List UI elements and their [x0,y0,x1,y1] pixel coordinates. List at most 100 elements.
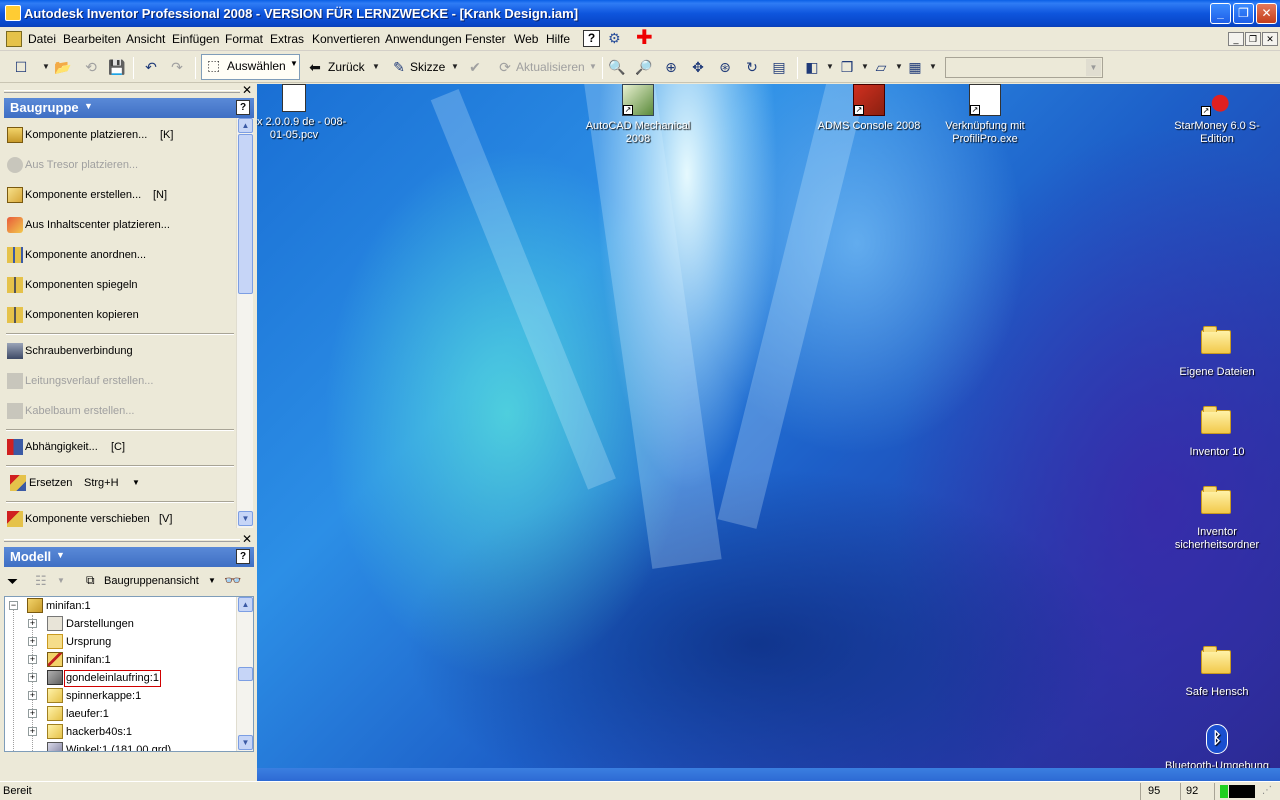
undo-icon[interactable]: ↶ [142,58,160,76]
project-icon[interactable]: ⟲ [82,58,100,76]
graphics-window[interactable]: efox 2.0.0.9 de - 008-01-05.pcv ↗ AutoCA… [257,84,1280,769]
expand-icon[interactable]: + [28,709,37,718]
look-at-icon[interactable]: ▤ [770,58,788,76]
menu-einfuegen[interactable]: Einfügen [172,32,219,46]
styles-dropdown-arrow[interactable]: ▼ [929,57,937,77]
help-icon[interactable]: ? [583,30,600,47]
chevron-down-icon[interactable]: ▼ [57,576,65,585]
menu-konvertieren[interactable]: Konvertieren [312,32,380,46]
menu-web[interactable]: Web [514,32,538,46]
display-mode-icon[interactable]: ◧ [803,58,821,76]
minimize-button[interactable]: _ [1210,3,1231,24]
cmd-ersetzen[interactable]: Ersetzen Strg+H ▼ [4,473,236,493]
menu-format[interactable]: Format [225,32,263,46]
cmd-aus-tresor-platzieren[interactable]: Aus Tresor platzieren... [4,155,236,175]
panel-grip[interactable]: ✕ [4,83,254,97]
select-button[interactable]: ⬚ Auswählen ▼ [201,54,300,80]
sketch-button[interactable]: Skizze [410,57,445,77]
cmd-komponente-verschieben[interactable]: Komponente verschieben [V] [4,509,236,529]
inventor-app-icon[interactable] [5,5,21,21]
expand-icon[interactable]: + [28,637,37,646]
open-icon[interactable]: 📂 [54,58,72,76]
display-mode-dropdown-arrow[interactable]: ▼ [826,57,834,77]
menu-datei[interactable]: Datei [28,32,56,46]
find-binoculars-icon[interactable]: 👓 [224,572,241,589]
sketch-icon[interactable]: ✎ [390,58,408,76]
panel-grip[interactable]: ✕ [4,532,254,546]
update-button[interactable]: Aktualisieren [516,57,585,77]
desktop-icon-inventor-sicherheitsordner[interactable]: Inventor sicherheitsordner [1162,484,1272,552]
whats-this-icon[interactable]: ⚙ [608,30,626,48]
desktop-icon-adms-console[interactable]: ↗ ADMS Console 2008 [814,84,924,133]
scroll-up-icon[interactable]: ▲ [238,597,253,612]
menu-anwendungen[interactable]: Anwendungen [385,32,462,46]
camera-icon[interactable]: ❒ [838,58,856,76]
desktop-icon-starmoney[interactable]: ↗ StarMoney 6.0 S-Edition [1162,84,1272,146]
close-icon[interactable]: ✕ [242,83,252,97]
cmd-komponente-anordnen[interactable]: Komponente anordnen... [4,245,236,265]
ground-plane-icon[interactable]: ▱ [872,58,890,76]
back-button[interactable]: Zurück [328,57,365,77]
chevron-down-icon[interactable]: ▼ [132,473,140,493]
save-icon[interactable]: 💾 [108,58,126,76]
pan-icon[interactable]: ✥ [689,58,707,76]
red-cross-icon[interactable]: ✚ [636,28,653,48]
new-dropdown-arrow[interactable]: ▼ [42,57,50,77]
hierarchy-icon[interactable]: ☷ [35,573,47,589]
close-button[interactable]: ✕ [1256,3,1277,24]
desktop-icon-safe-hensch[interactable]: Safe Hensch [1162,644,1272,699]
menu-ansicht[interactable]: Ansicht [126,32,165,46]
zoom-selected-icon[interactable]: ⊛ [716,58,734,76]
doc-minimize-button[interactable]: _ [1228,32,1244,46]
scroll-down-icon[interactable]: ▼ [238,735,253,750]
back-arrow-icon[interactable]: ⬅ [306,58,324,76]
cmd-abhaengigkeit[interactable]: Abhängigkeit... [C] [4,437,236,457]
baugruppe-scrollbar[interactable]: ▲ ▼ [236,118,253,528]
assembly-view-selector[interactable]: Baugruppenansicht [104,575,199,587]
expand-icon[interactable]: + [28,727,37,736]
resize-grip-icon[interactable]: ⋰ [1262,785,1276,798]
update-dropdown-arrow[interactable]: ▼ [589,57,597,77]
return-icon[interactable]: ✔ [466,58,484,76]
cmd-komponente-erstellen[interactable]: Komponente erstellen... [N] [4,185,236,205]
document-icon[interactable] [6,31,22,47]
new-document-icon[interactable]: ☐ [12,58,30,76]
style-combo[interactable]: ▼ [945,57,1103,78]
doc-close-button[interactable]: ✕ [1262,32,1278,46]
scrollbar-thumb[interactable] [238,134,253,294]
desktop-icon-efox[interactable]: efox 2.0.0.9 de - 008-01-05.pcv [257,84,349,142]
rotate-icon[interactable]: ↻ [743,58,761,76]
menu-extras[interactable]: Extras [270,32,304,46]
cmd-kabelbaum-erstellen[interactable]: Kabelbaum erstellen... [4,401,236,421]
cmd-leitungsverlauf-erstellen[interactable]: Leitungsverlauf erstellen... [4,371,236,391]
menu-bearbeiten[interactable]: Bearbeiten [63,32,121,46]
desktop-icon-eigene-dateien[interactable]: Eigene Dateien [1162,324,1272,379]
back-dropdown-arrow[interactable]: ▼ [372,57,380,77]
chevron-down-icon[interactable]: ▼ [1086,59,1101,76]
doc-restore-button[interactable]: ❐ [1245,32,1261,46]
expand-icon[interactable]: + [28,619,37,628]
sketch-dropdown-arrow[interactable]: ▼ [451,57,459,77]
scroll-down-icon[interactable]: ▼ [238,511,253,526]
zoom-all-icon[interactable]: 🔍 [608,58,626,76]
chevron-down-icon[interactable]: ▼ [290,59,298,68]
cmd-komponenten-kopieren[interactable]: Komponenten kopieren [4,305,236,325]
desktop-icon-bluetooth[interactable]: ᛒ Bluetooth-Umgebung [1162,724,1272,769]
menu-hilfe[interactable]: Hilfe [546,32,570,46]
zoom-window-icon[interactable]: 🔎 [635,58,653,76]
styles-icon[interactable]: ▦ [906,58,924,76]
desktop-icon-inventor-10[interactable]: Inventor 10 [1162,404,1272,459]
cmd-schraubenverbindung[interactable]: Schraubenverbindung [4,341,236,361]
desktop-icon-profilipro[interactable]: ↗ Verknüpfung mit ProfiliPro.exe [930,84,1040,146]
cmd-komponente-platzieren[interactable]: Komponente platzieren... [K] [4,125,236,145]
expand-icon[interactable]: + [28,673,37,682]
cmd-komponenten-spiegeln[interactable]: Komponenten spiegeln [4,275,236,295]
desktop-icon-autocad-mechanical[interactable]: ↗ AutoCAD Mechanical 2008 [583,84,693,146]
close-icon[interactable]: ✕ [242,532,252,546]
cmd-aus-inhaltscenter-platzieren[interactable]: Aus Inhaltscenter platzieren... [4,215,236,235]
tree-scrollbar[interactable]: ▲ ▼ [236,597,253,751]
ground-plane-dropdown-arrow[interactable]: ▼ [895,57,903,77]
scroll-up-icon[interactable]: ▲ [238,118,253,133]
filter-icon[interactable]: ⏷ [7,573,18,590]
chevron-down-icon[interactable]: ▼ [208,576,216,585]
